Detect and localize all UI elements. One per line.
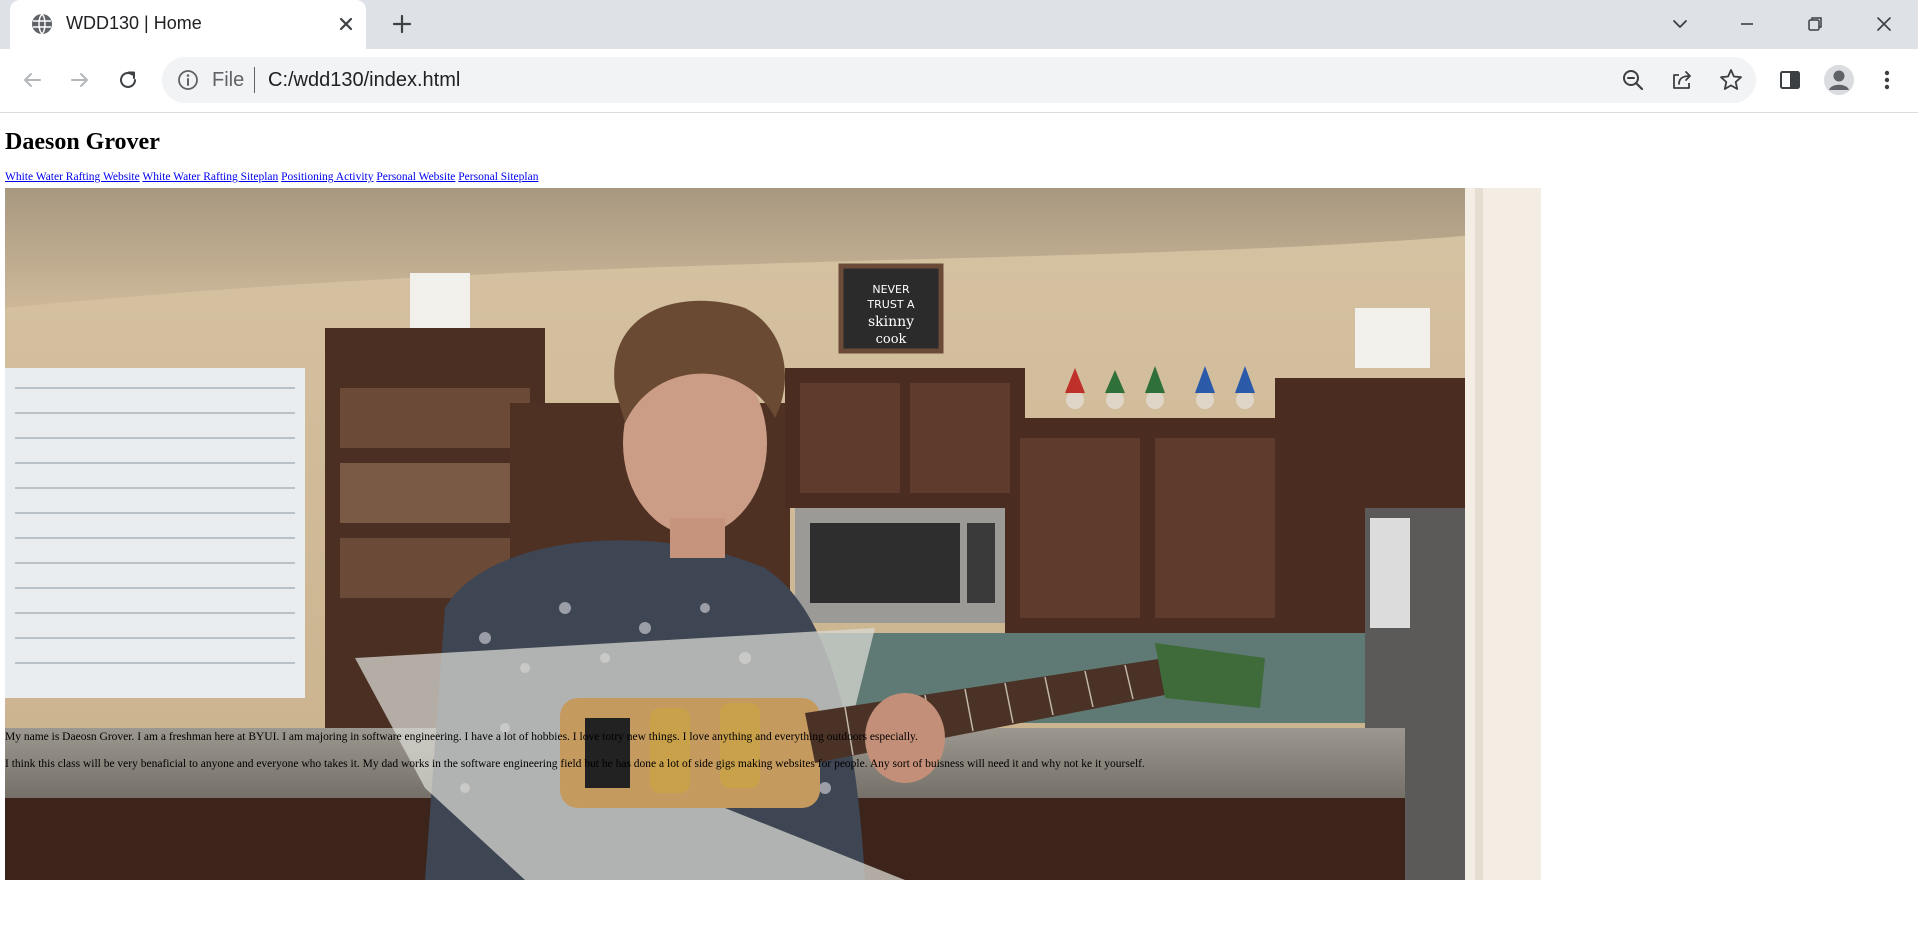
arrow-right-icon[interactable] — [66, 66, 94, 94]
zoom-out-icon[interactable] — [1620, 67, 1646, 93]
browser-toolbar: File C:/wdd130/index.html — [0, 49, 1918, 113]
svg-text:skinny: skinny — [868, 314, 914, 330]
arrow-left-icon[interactable] — [18, 66, 46, 94]
minimize-icon[interactable] — [1733, 10, 1761, 38]
share-icon[interactable] — [1669, 67, 1695, 93]
close-window-icon[interactable] — [1870, 10, 1898, 38]
close-icon[interactable] — [336, 14, 356, 34]
svg-text:cook: cook — [876, 332, 907, 347]
person-icon — [1824, 65, 1854, 95]
scheme-label: File — [212, 69, 245, 91]
intro-paragraph: My name is Daeosn Grover. I am a freshma… — [5, 731, 918, 743]
link-personal-website[interactable]: Personal Website — [376, 171, 455, 183]
browser-tab[interactable]: WDD130 | Home — [10, 0, 366, 49]
photo-person-with-guitar: NEVER TRUST A skinny cook — [5, 188, 1541, 880]
restore-icon[interactable] — [1801, 10, 1829, 38]
link-positioning-activity[interactable]: Positioning Activity — [281, 171, 373, 183]
reload-icon[interactable] — [114, 66, 142, 94]
link-white-water-rafting-siteplan[interactable]: White Water Rafting Siteplan — [142, 171, 278, 183]
chevron-down-icon[interactable] — [1666, 10, 1694, 38]
link-white-water-rafting-website[interactable]: White Water Rafting Website — [5, 171, 140, 183]
page-heading: Daeson Grover — [5, 129, 160, 155]
scheme-divider — [254, 67, 255, 93]
link-personal-siteplan[interactable]: Personal Siteplan — [458, 171, 538, 183]
svg-text:TRUST A: TRUST A — [866, 298, 915, 311]
tab-title: WDD130 | Home — [66, 13, 202, 33]
kebab-menu-icon[interactable] — [1873, 66, 1901, 94]
star-icon[interactable] — [1718, 67, 1744, 93]
class-paragraph: I think this class will be very benafici… — [5, 758, 1145, 770]
profile-avatar[interactable] — [1824, 65, 1854, 95]
kitchen-sign-text: NEVER — [872, 283, 910, 296]
url-text[interactable]: C:/wdd130/index.html — [268, 69, 460, 92]
tab-strip: WDD130 | Home — [0, 0, 1918, 49]
nav-links: White Water Rafting Website White Water … — [5, 171, 538, 183]
globe-icon — [32, 13, 52, 35]
page-content: Daeson Grover White Water Rafting Websit… — [0, 113, 1918, 946]
side-panel-icon[interactable] — [1776, 66, 1804, 94]
address-bar[interactable]: File C:/wdd130/index.html — [162, 57, 1756, 103]
info-icon[interactable] — [176, 68, 200, 92]
new-tab-plus-icon[interactable] — [390, 12, 414, 36]
